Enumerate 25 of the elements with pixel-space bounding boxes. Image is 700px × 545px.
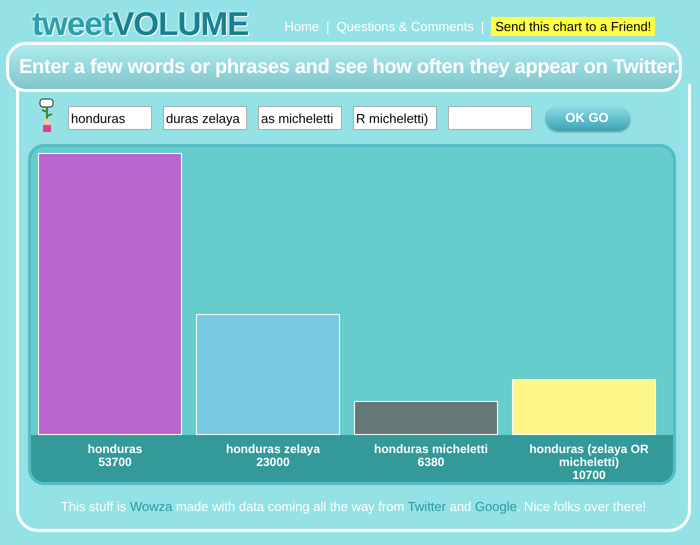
footer-text: This stuff is Wowza made with data coming all the way from Twitter and Google. Nice folks over there! [60, 498, 648, 516]
value-label: 6380 [418, 456, 444, 469]
search-field[interactable]: as micheletti [258, 106, 342, 130]
footer-link[interactable]: Twitter [408, 499, 446, 514]
footer-link[interactable]: Wowza [130, 499, 172, 514]
share-link[interactable]: Send this chart to a Friend! [491, 16, 656, 36]
ok-go-button[interactable]: OK GO [545, 106, 629, 130]
category-label: honduras [86, 443, 144, 456]
nav-link[interactable]: Home [284, 16, 320, 36]
category-label: honduras zelaya [224, 443, 322, 456]
search-field[interactable] [448, 106, 532, 130]
prompt-text: Enter a few words or phrases and see how often they appear on Twitter. [19, 55, 679, 80]
search-field[interactable]: honduras [68, 106, 152, 130]
logo: tweetVOLUME [32, 7, 248, 40]
nav-link[interactable]: Questions & Comments [336, 16, 474, 36]
value-label: 10700 [572, 469, 606, 482]
search-field[interactable]: R micheletti) [353, 106, 437, 130]
nav-separator: | [326, 18, 330, 36]
nav-separator: | [480, 18, 484, 36]
value-label: 53700 [98, 456, 132, 469]
value-label: 23000 [256, 456, 290, 469]
footer-link[interactable]: Google [474, 499, 517, 514]
search-field[interactable]: duras zelaya [163, 106, 247, 130]
category-label: honduras micheletti [372, 443, 490, 456]
category-label: honduras (zelaya OR micheletti) [528, 443, 650, 469]
